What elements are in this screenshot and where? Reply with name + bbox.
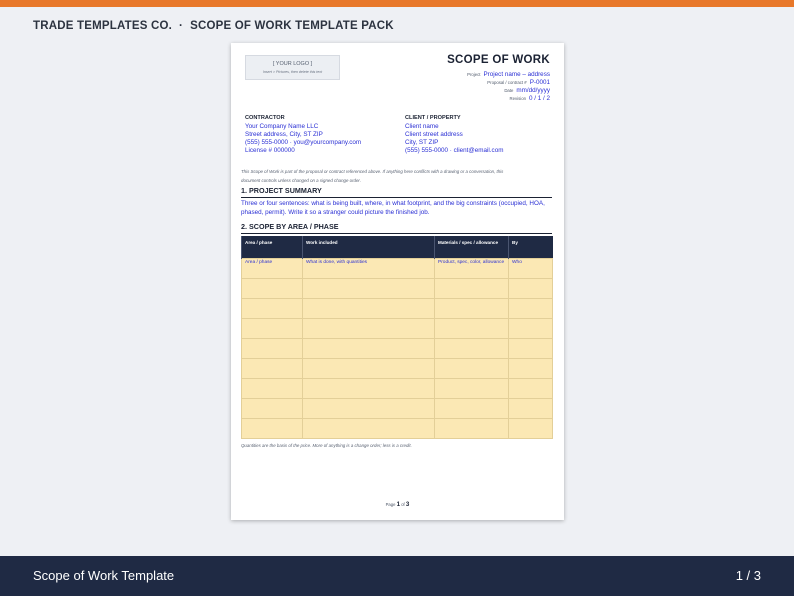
header-separator: ·: [179, 20, 184, 32]
meta-row-project: Project Project name – address: [467, 68, 550, 78]
table-cell[interactable]: [241, 317, 303, 339]
page-number: Page 1 of 3: [231, 501, 564, 508]
table-row: [241, 397, 553, 419]
document-preview[interactable]: [ YOUR LOGO ] Insert > Pictures, then de…: [231, 43, 564, 520]
footer-title: Scope of Work Template: [33, 568, 175, 583]
column-header: By: [508, 236, 553, 258]
table-cell[interactable]: [434, 357, 509, 379]
page-current: 1: [396, 501, 401, 508]
page-prefix: Page: [385, 502, 396, 507]
table-row: Area / phase What is done, with quantitie…: [241, 257, 553, 279]
table-cell[interactable]: [241, 377, 303, 399]
contractor-line: (555) 555-0000 · you@yourcompany.com: [245, 139, 362, 146]
table-cell[interactable]: [302, 357, 435, 379]
table-cell[interactable]: Who: [508, 257, 553, 279]
table-row: [241, 357, 553, 379]
scope-table: Area / phase Work included Materials / s…: [241, 236, 553, 439]
table-cell[interactable]: What is done, with quantities: [302, 257, 435, 279]
contractor-line: License # 000000: [245, 147, 295, 154]
column-header: Work included: [302, 236, 435, 258]
column-header: Materials / spec / allowance: [434, 236, 509, 258]
table-row: [241, 277, 553, 299]
table-cell[interactable]: [434, 317, 509, 339]
document-title: SCOPE OF WORK: [447, 54, 550, 66]
table-cell[interactable]: [241, 397, 303, 419]
table-cell[interactable]: [508, 317, 553, 339]
table-cell[interactable]: [302, 317, 435, 339]
table-cell[interactable]: [302, 337, 435, 359]
slide-counter: 1 / 3: [735, 568, 761, 583]
client-block: Client name Client street address City, …: [405, 123, 503, 155]
table-cell[interactable]: [508, 417, 553, 439]
table-cell[interactable]: [434, 277, 509, 299]
contractor-block: Your Company Name LLC Street address, Ci…: [245, 123, 361, 155]
meta-row-revision: Revision 0 / 1 / 2: [467, 92, 551, 102]
table-cell[interactable]: [241, 337, 303, 359]
meta-row-date: Date mm/dd/yyyy: [467, 84, 550, 94]
company-name: TRADE TEMPLATES CO.: [33, 20, 173, 32]
controlling-document-note: This Scope of Work is part of the propos…: [241, 169, 504, 183]
table-cell[interactable]: [302, 377, 435, 399]
section-heading-scope: 2. SCOPE BY AREA / PHASE: [241, 222, 552, 234]
product-name: SCOPE OF WORK TEMPLATE PACK: [190, 20, 394, 32]
client-line: City, ST ZIP: [405, 139, 439, 146]
contractor-line: Street address, City, ST ZIP: [245, 131, 323, 138]
contractor-heading: CONTRACTOR: [245, 115, 285, 121]
meta-label: Revision: [509, 96, 526, 101]
table-cell[interactable]: [302, 397, 435, 419]
table-cell[interactable]: [434, 337, 509, 359]
logo-placeholder: [ YOUR LOGO ] Insert > Pictures, then de…: [245, 55, 340, 80]
table-cell[interactable]: [508, 297, 553, 319]
table-cell[interactable]: [508, 377, 553, 399]
table-row: [241, 317, 553, 339]
client-heading: CLIENT / PROPERTY: [405, 115, 461, 121]
meta-row-contract: Proposal / contract # P-0001: [467, 76, 550, 86]
table-cell[interactable]: [302, 297, 435, 319]
footer-bar: Scope of Work Template 1 / 3: [0, 556, 794, 596]
table-cell[interactable]: Product, spec, color, allowance: [434, 257, 509, 279]
table-cell[interactable]: [508, 357, 553, 379]
table-cell[interactable]: Area / phase: [241, 257, 303, 279]
column-header: Area / phase: [241, 236, 303, 258]
table-cell[interactable]: [302, 417, 435, 439]
table-cell[interactable]: [241, 297, 303, 319]
table-header-row: Area / phase Work included Materials / s…: [241, 236, 553, 258]
project-summary-text: Three or four sentences: what is being b…: [241, 200, 545, 216]
table-cell[interactable]: [508, 397, 553, 419]
table-row: [241, 377, 553, 399]
table-row: [241, 337, 553, 359]
page-total: 3: [405, 501, 410, 508]
section-heading-summary: 1. PROJECT SUMMARY: [241, 186, 552, 198]
logo-hint: Insert > Pictures, then delete this text: [262, 70, 323, 74]
pricing-footnote: Quantities are the basis of the price. M…: [241, 443, 412, 448]
document-meta: Project Project name – address Proposal /…: [467, 68, 551, 102]
table-cell[interactable]: [302, 277, 435, 299]
meta-value: 0 / 1 / 2: [528, 95, 550, 102]
client-line: Client name: [405, 123, 439, 130]
contractor-line: Your Company Name LLC: [245, 123, 319, 130]
client-line: Client street address: [405, 131, 463, 138]
table-cell[interactable]: [241, 277, 303, 299]
table-cell[interactable]: [508, 337, 553, 359]
page-header: TRADE TEMPLATES CO. · SCOPE OF WORK TEMPLA…: [33, 20, 394, 32]
table-cell[interactable]: [508, 277, 553, 299]
page-of: of: [401, 502, 405, 507]
table-row: [241, 417, 553, 439]
logo-label: [ YOUR LOGO ]: [272, 61, 313, 67]
table-row: [241, 297, 553, 319]
client-line: (555) 555-0000 · client@email.com: [405, 147, 504, 154]
table-cell[interactable]: [434, 417, 509, 439]
table-cell[interactable]: [241, 417, 303, 439]
meta-label: Project: [467, 72, 481, 77]
table-cell[interactable]: [434, 297, 509, 319]
table-cell[interactable]: [241, 357, 303, 379]
table-cell[interactable]: [434, 377, 509, 399]
top-accent-bar: [0, 0, 794, 7]
table-cell[interactable]: [434, 397, 509, 419]
